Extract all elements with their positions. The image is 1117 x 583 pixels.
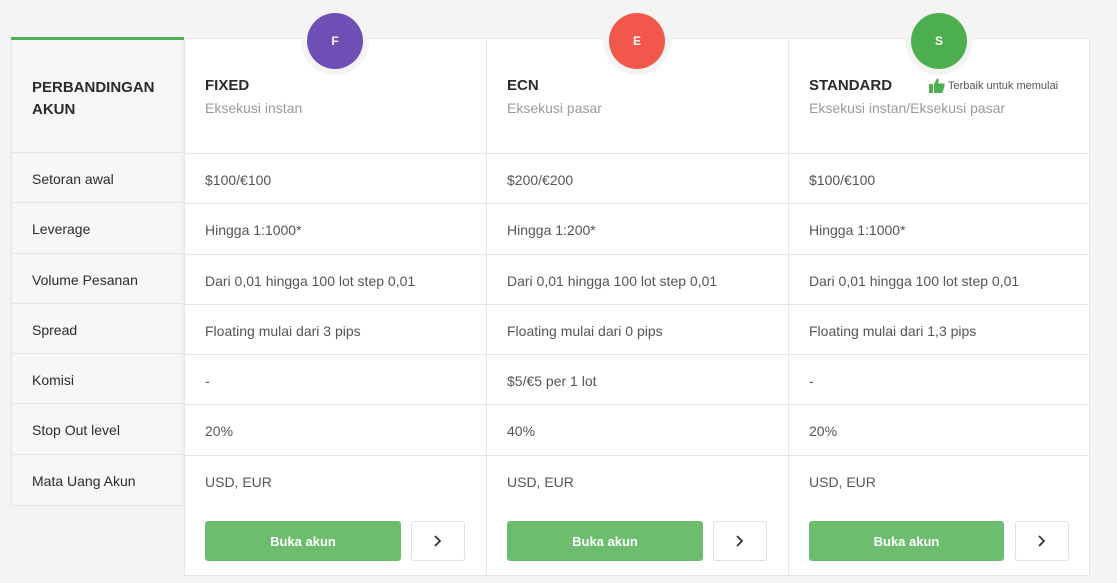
- chevron-right-icon: [736, 535, 744, 547]
- value-commission: $5/€5 per 1 lot: [507, 373, 597, 389]
- open-account-button[interactable]: Buka akun: [809, 521, 1004, 561]
- divider: [789, 153, 1089, 154]
- row-label-leverage: Leverage: [32, 221, 91, 237]
- best-for-start-tag: Terbaik untuk memulai: [929, 78, 1058, 93]
- details-button[interactable]: [411, 521, 465, 561]
- open-account-button[interactable]: Buka akun: [507, 521, 703, 561]
- comparison-title: PERBANDINGAN AKUN: [32, 79, 155, 118]
- divider: [185, 304, 486, 305]
- divider: [789, 404, 1089, 405]
- value-volume: Dari 0,01 hingga 100 lot step 0,01: [809, 273, 1020, 289]
- active-indicator: [11, 37, 184, 40]
- row-label-volume: Volume Pesanan: [32, 272, 138, 288]
- divider: [12, 202, 182, 203]
- value-commission: -: [809, 373, 814, 389]
- value-stopout: 20%: [809, 423, 838, 439]
- value-leverage: Hingga 1:200*: [507, 222, 596, 238]
- row-label-spread: Spread: [32, 322, 78, 338]
- row-label-commission: Komisi: [32, 372, 75, 388]
- thumbs-up-icon: [929, 78, 945, 93]
- value-volume: Dari 0,01 hingga 100 lot step 0,01: [507, 273, 718, 289]
- divider: [12, 353, 182, 354]
- divider: [12, 253, 182, 254]
- badge-ring: S: [905, 7, 973, 75]
- divider: [487, 203, 788, 204]
- details-button[interactable]: [713, 521, 767, 561]
- divider: [789, 304, 1089, 305]
- account-card-ecn: E ECN Eksekusi pasar $200/€200 Hingga 1:…: [486, 7, 789, 576]
- value-spread: Floating mulai dari 1,3 pips: [809, 323, 977, 339]
- value-stopout: 20%: [205, 423, 234, 439]
- account-card-standard: S STANDARD Terbaik untuk memulai Eksekus…: [788, 7, 1090, 576]
- divider: [789, 455, 1089, 456]
- value-currency: USD, EUR: [205, 474, 272, 490]
- divider: [12, 303, 182, 304]
- chevron-right-icon: [434, 535, 442, 547]
- value-spread: Floating mulai dari 0 pips: [507, 323, 663, 339]
- divider: [487, 455, 788, 456]
- badge-ring: F: [301, 7, 369, 75]
- value-stopout: 40%: [507, 423, 536, 439]
- value-currency: USD, EUR: [809, 474, 876, 490]
- divider: [487, 254, 788, 255]
- divider: [789, 254, 1089, 255]
- account-name: STANDARD: [809, 77, 893, 94]
- value-leverage: Hingga 1:1000*: [809, 222, 906, 238]
- account-subtitle: Eksekusi instan/Eksekusi pasar: [809, 100, 1006, 116]
- details-button[interactable]: [1015, 521, 1069, 561]
- account-card-fixed: F FIXED Eksekusi instan $100/€100 Hingga…: [184, 7, 487, 576]
- divider: [12, 152, 182, 153]
- value-volume: Dari 0,01 hingga 100 lot step 0,01: [205, 273, 416, 289]
- divider: [185, 354, 486, 355]
- value-deposit: $100/€100: [205, 172, 272, 188]
- divider: [487, 153, 788, 154]
- row-label-deposit: Setoran awal: [32, 171, 114, 187]
- value-commission: -: [205, 373, 210, 389]
- open-account-button[interactable]: Buka akun: [205, 521, 401, 561]
- best-for-start-label: Terbaik untuk memulai: [948, 79, 1059, 92]
- account-badge-fixed: F: [307, 13, 363, 69]
- value-deposit: $200/€200: [507, 172, 574, 188]
- divider: [185, 153, 486, 154]
- row-label-stopout: Stop Out level: [32, 422, 120, 438]
- account-name: ECN: [507, 77, 539, 94]
- divider: [185, 404, 486, 405]
- account-badge-standard: S: [911, 13, 967, 69]
- divider: [185, 254, 486, 255]
- chevron-right-icon: [1038, 535, 1046, 547]
- row-label-currency: Mata Uang Akun: [32, 473, 136, 489]
- divider: [487, 404, 788, 405]
- divider: [789, 203, 1089, 204]
- value-currency: USD, EUR: [507, 474, 574, 490]
- badge-ring: E: [603, 7, 671, 75]
- divider: [185, 455, 486, 456]
- account-name: FIXED: [205, 77, 250, 94]
- account-subtitle: Eksekusi pasar: [507, 100, 602, 116]
- value-spread: Floating mulai dari 3 pips: [205, 323, 361, 339]
- account-badge-ecn: E: [609, 13, 665, 69]
- divider: [487, 304, 788, 305]
- comparison-label-column: PERBANDINGAN AKUN Setoran awal Leverage …: [11, 37, 184, 506]
- value-deposit: $100/€100: [809, 172, 876, 188]
- divider: [487, 354, 788, 355]
- divider: [12, 403, 182, 404]
- divider: [789, 354, 1089, 355]
- value-leverage: Hingga 1:1000*: [205, 222, 302, 238]
- account-subtitle: Eksekusi instan: [205, 100, 303, 116]
- divider: [185, 203, 486, 204]
- divider: [12, 454, 182, 455]
